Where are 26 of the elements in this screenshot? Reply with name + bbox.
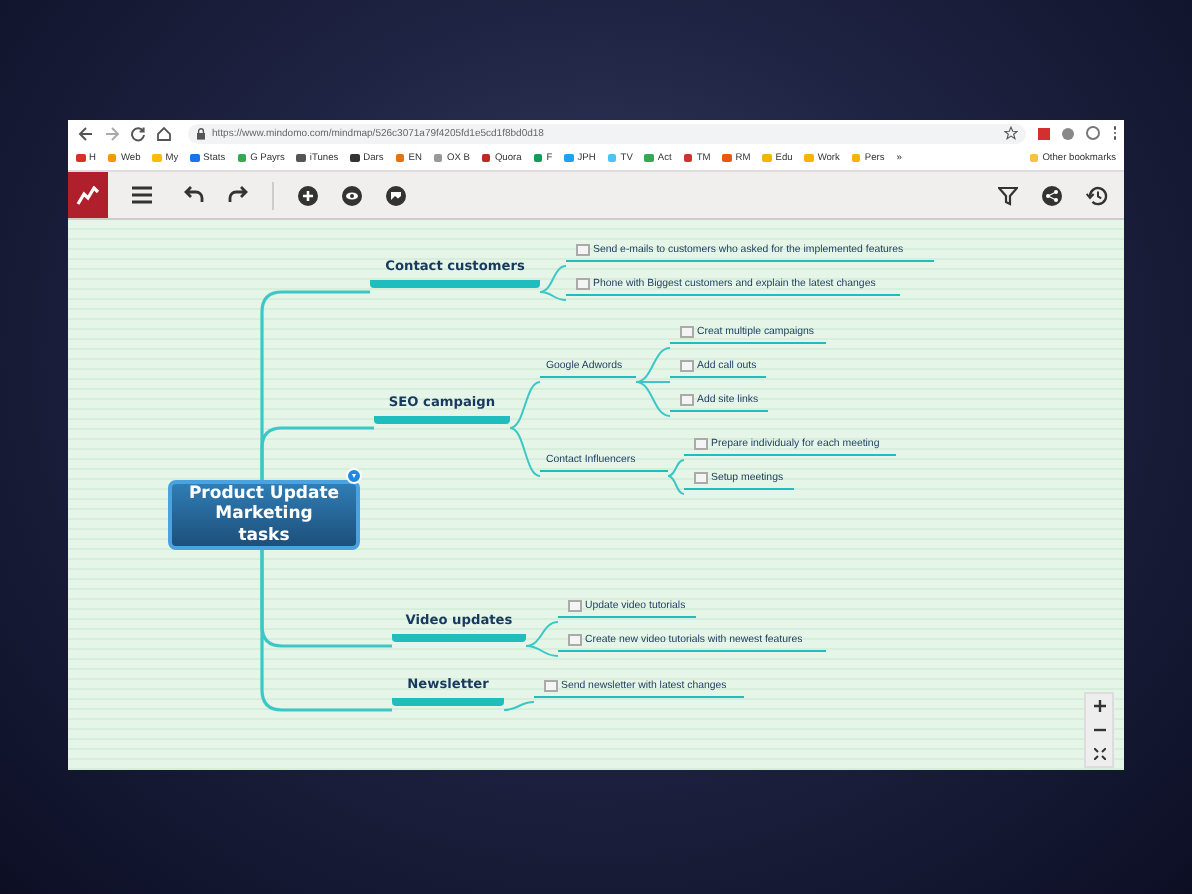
redo-icon[interactable]: [228, 186, 248, 204]
image-icon[interactable]: [386, 185, 406, 205]
zoom-in-icon[interactable]: [1093, 700, 1105, 712]
connector-line: [509, 427, 541, 477]
menu-icon[interactable]: [132, 186, 152, 204]
connector-line: [509, 381, 541, 429]
reload-icon[interactable]: [128, 125, 148, 141]
star-icon[interactable]: [1003, 126, 1017, 140]
connector-line: [667, 459, 685, 477]
app-logo-icon[interactable]: [68, 172, 108, 218]
history-icon[interactable]: [1086, 185, 1108, 205]
share-icon[interactable]: [1042, 185, 1062, 205]
connector-line: [503, 701, 535, 711]
eye-icon[interactable]: [342, 185, 362, 205]
add-icon[interactable]: [298, 185, 318, 205]
home-icon[interactable]: [154, 125, 174, 141]
fit-screen-icon[interactable]: [1093, 748, 1105, 760]
central-topic[interactable]: Product Update Marketing tasks: [168, 480, 360, 550]
back-icon[interactable]: [76, 125, 96, 141]
lock-icon: [196, 127, 206, 139]
zoom-out-icon[interactable]: [1093, 724, 1105, 736]
filter-icon[interactable]: [998, 185, 1018, 205]
profile-icon[interactable]: [1085, 126, 1099, 140]
undo-icon[interactable]: [184, 186, 204, 204]
connector-line: [667, 475, 685, 495]
collapse-icon[interactable]: [346, 468, 362, 484]
